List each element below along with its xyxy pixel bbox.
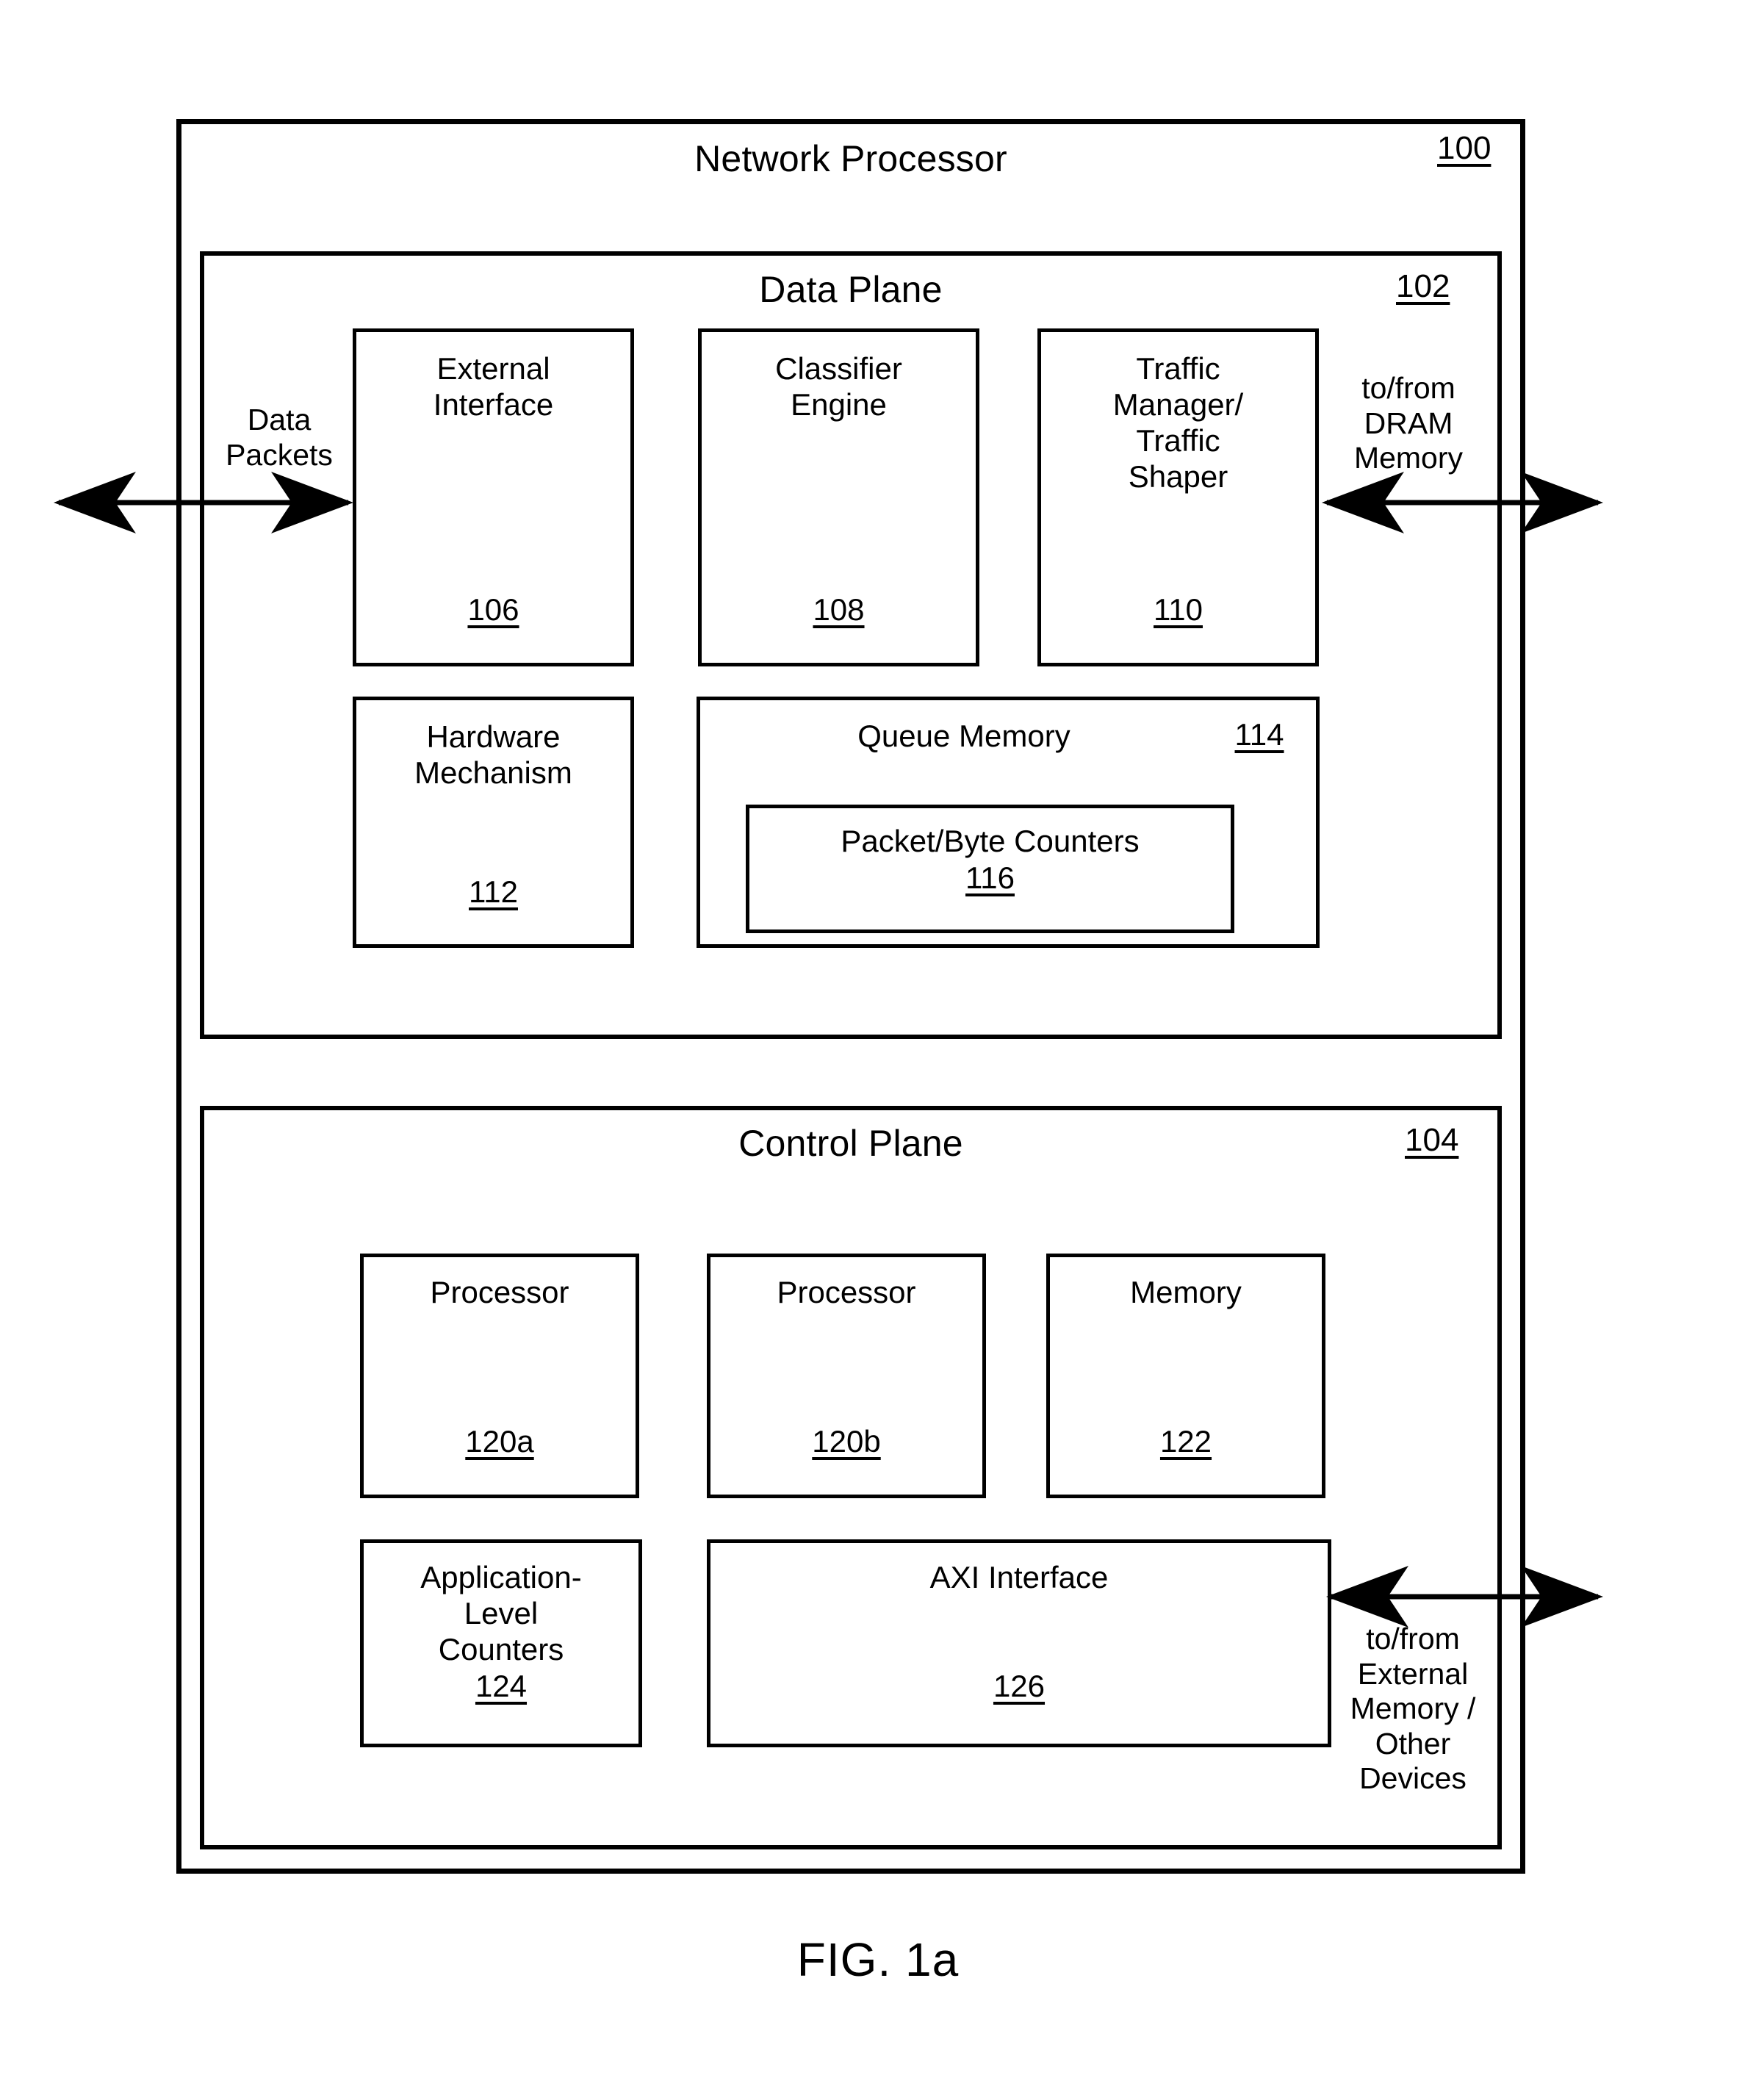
packet-byte-counters-box[interactable]: Packet/Byte Counters 116 <box>746 805 1234 933</box>
classifier-engine-box[interactable]: Classifier Engine 108 <box>698 328 979 666</box>
memory-box[interactable]: Memory 122 <box>1046 1254 1325 1498</box>
control-plane-title: Control Plane <box>738 1123 963 1164</box>
axi-interface-ref: 126 <box>993 1669 1046 1703</box>
application-level-counters-label: Application- Level Counters <box>420 1560 582 1667</box>
classifier-engine-ref: 108 <box>813 592 865 627</box>
control-plane-ref: 104 <box>1405 1122 1459 1158</box>
application-level-counters-ref: 124 <box>475 1669 528 1703</box>
dram-memory-label: to/from DRAM Memory <box>1353 371 1464 475</box>
hardware-mechanism-ref: 112 <box>469 874 518 909</box>
network-processor-ref: 100 <box>1437 130 1491 166</box>
application-level-counters-box[interactable]: Application- Level Counters 124 <box>360 1539 642 1747</box>
queue-memory-label: Queue Memory <box>857 719 1070 753</box>
data-plane-title: Data Plane <box>759 269 943 310</box>
packet-byte-counters-ref: 116 <box>965 860 1015 895</box>
processor-a-ref: 120a <box>465 1424 534 1459</box>
network-processor-title: Network Processor <box>694 138 1007 179</box>
external-interface-label: External Interface <box>433 351 554 422</box>
external-interface-box[interactable]: External Interface 106 <box>353 328 634 666</box>
data-packets-label: Data Packets <box>226 403 333 472</box>
packet-byte-counters-label: Packet/Byte Counters <box>841 824 1140 858</box>
traffic-manager-label: Traffic Manager/ Traffic Shaper <box>1112 351 1244 495</box>
axi-interface-box[interactable]: AXI Interface 126 <box>707 1539 1331 1747</box>
processor-a-label: Processor <box>430 1275 569 1309</box>
hardware-mechanism-box[interactable]: Hardware Mechanism 112 <box>353 697 634 948</box>
processor-a-box[interactable]: Processor 120a <box>360 1254 639 1498</box>
hardware-mechanism-label: Hardware Mechanism <box>414 719 572 791</box>
memory-label: Memory <box>1130 1275 1242 1309</box>
processor-b-label: Processor <box>777 1275 916 1309</box>
external-interface-ref: 106 <box>467 592 519 627</box>
data-plane-ref: 102 <box>1396 268 1450 304</box>
processor-b-box[interactable]: Processor 120b <box>707 1254 986 1498</box>
figure-caption: FIG. 1a <box>796 1933 960 1986</box>
processor-b-ref: 120b <box>812 1424 881 1459</box>
traffic-manager-ref: 110 <box>1154 592 1203 627</box>
memory-ref: 122 <box>1159 1424 1212 1459</box>
queue-memory-box[interactable]: Queue Memory 114 Packet/Byte Counters 11… <box>697 697 1320 948</box>
axi-interface-label: AXI Interface <box>929 1560 1109 1594</box>
external-memory-label: to/from External Memory / Other Devices <box>1350 1622 1476 1796</box>
queue-memory-ref: 114 <box>1234 717 1284 752</box>
traffic-manager-box[interactable]: Traffic Manager/ Traffic Shaper 110 <box>1037 328 1319 666</box>
classifier-engine-label: Classifier Engine <box>775 351 902 422</box>
